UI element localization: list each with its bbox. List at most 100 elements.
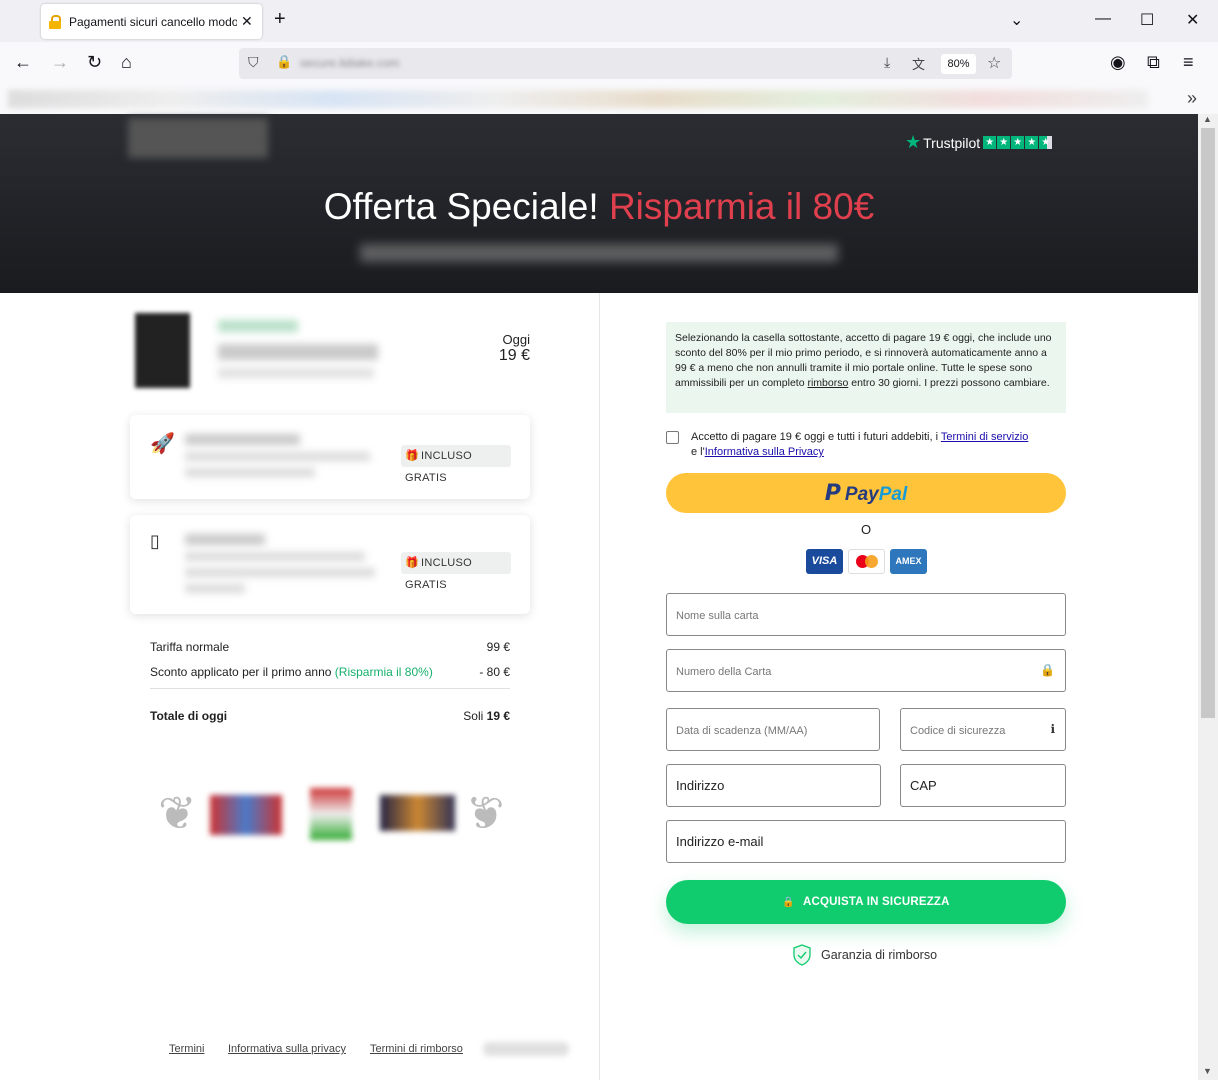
menu-icon[interactable]: ≡ (1183, 52, 1194, 73)
back-icon[interactable]: ← (14, 52, 32, 73)
bookmarks-blurred (8, 90, 1148, 108)
email-field[interactable]: Indirizzo e-mail (666, 820, 1066, 863)
summary-value: - 80 € (479, 665, 510, 679)
feature-desc-blurred (185, 584, 245, 593)
included-free-badge: 🎁 INCLUSO GRATIS (401, 445, 511, 484)
paypal-label-b: Pal (878, 484, 908, 505)
feature-desc-blurred (185, 568, 375, 577)
agree-text: Accetto di pagare 19 € oggi e tutti i fu… (691, 431, 941, 443)
agreement-text: Accetto di pagare 19 € oggi e tutti i fu… (691, 430, 1066, 460)
download-icon[interactable]: ⤓ (884, 54, 890, 71)
trustpilot-label: Trustpilot (923, 134, 981, 151)
card-number-placeholder: Numero della Carta (676, 666, 772, 678)
agree-checkbox[interactable] (666, 431, 679, 444)
info-icon[interactable]: ℹ (1050, 709, 1055, 750)
buy-button-label: ACQUISTA IN SICUREZZA (802, 896, 950, 908)
translate-icon[interactable]: 文 (912, 54, 925, 73)
url-bar[interactable]: ⛉ 🔒 secure.lidiake.com ⤓ 文 ☆ (239, 48, 1012, 79)
product-price: 19 € (498, 347, 530, 364)
gift-icon: 🎁 (405, 450, 419, 462)
agreement: Accetto di pagare 19 € oggi e tutti i fu… (666, 430, 1066, 460)
bookmark-star-icon[interactable]: ☆ (987, 53, 1001, 73)
scrollbar-thumb[interactable] (1201, 128, 1215, 718)
shield-icon[interactable]: ⛉ (248, 54, 259, 71)
laurel-left-icon: ❦ (158, 787, 197, 839)
discount-highlight: (Risparmia il 80%) (334, 665, 433, 679)
card-name-field[interactable]: Nome sulla carta (666, 593, 1066, 636)
footer-blurred-item (483, 1042, 569, 1056)
brand-logo (128, 118, 268, 158)
product-desc-blurred (218, 368, 374, 378)
extensions-icon[interactable]: ⧉ (1147, 52, 1160, 73)
browser-tab-bar: Pagamenti sicuri cancello modo ✕ + ⌄ — ☐… (0, 0, 1218, 42)
forward-icon[interactable]: → (51, 52, 69, 73)
notice-text: entro 30 giorni. I prezzi possono cambia… (848, 377, 1050, 389)
lock-icon: 🔒 (1040, 663, 1055, 677)
card-number-field[interactable]: Numero della Carta 🔒 (666, 649, 1066, 692)
address-field[interactable]: Indirizzo (666, 764, 881, 807)
zip-value: CAP (910, 778, 937, 793)
address-value: Indirizzo (676, 778, 725, 793)
total-label: Totale di oggi (150, 709, 228, 723)
feature-title-blurred (185, 434, 300, 445)
scroll-up-icon[interactable]: ▲ (1203, 114, 1212, 124)
tab-list-chevron-icon[interactable]: ⌄ (1010, 10, 1023, 30)
feature-desc-blurred (185, 468, 315, 477)
cvc-field[interactable]: Codice di sicurezza ℹ (900, 708, 1066, 751)
paypal-icon: 𝙋 (824, 480, 841, 505)
maximize-icon[interactable]: ☐ (1140, 10, 1154, 30)
feature-card: ▯ 🎁 INCLUSO GRATIS (130, 515, 530, 614)
lock-icon[interactable]: 🔒 (276, 54, 292, 70)
privacy-policy-link[interactable]: Informativa sulla Privacy (705, 446, 824, 458)
footer-refund-link[interactable]: Termini di rimborso (370, 1043, 463, 1055)
home-icon[interactable]: ⌂ (121, 52, 132, 73)
feature-title-blurred (185, 534, 265, 545)
award-seal-blurred (310, 788, 352, 840)
total-value: Soli 19 € (440, 709, 510, 723)
hero-banner: ★ Trustpilot ★ ★ ★ ★ ★ Offerta Speciale! Ris… (0, 114, 1198, 293)
buy-securely-button[interactable]: 🔒 ACQUISTA IN SICUREZZA (666, 880, 1066, 924)
tab-close-icon[interactable]: ✕ (241, 13, 253, 30)
rocket-icon: 🚀 (150, 433, 175, 455)
agree-and: e l' (691, 446, 705, 458)
url-text[interactable]: secure.lidiake.com (300, 56, 399, 70)
terms-of-service-link[interactable]: Termini di servizio (941, 431, 1028, 443)
total-amount: 19 € (486, 709, 510, 723)
product-image (135, 313, 190, 388)
zoom-level[interactable]: 80% (941, 54, 976, 74)
expiry-field[interactable]: Data di scadenza (MM/AA) (666, 708, 880, 751)
guarantee-label: Garanzia di rimborso (821, 948, 938, 962)
scroll-down-icon[interactable]: ▼ (1203, 1066, 1212, 1076)
summary-divider (150, 688, 510, 689)
paypal-button[interactable]: 𝙋 PayPal (666, 473, 1066, 513)
new-tab-icon[interactable]: + (274, 8, 286, 31)
price-period-label: Oggi (502, 332, 530, 347)
total-prefix: Soli (463, 709, 484, 723)
window-close-icon[interactable]: ✕ (1186, 10, 1199, 30)
lock-icon: 🔒 (782, 897, 795, 908)
shield-check-icon (793, 944, 811, 966)
hero-title-main: Offerta Speciale! (323, 186, 599, 227)
browser-tab[interactable]: Pagamenti sicuri cancello modo ✕ (41, 4, 262, 39)
zip-field[interactable]: CAP (900, 764, 1066, 807)
summary-value: 99 € (486, 640, 510, 654)
product-name-blurred (218, 344, 378, 360)
amex-icon: AMEX (890, 549, 927, 574)
hero-title-accent: Risparmia il 80€ (608, 186, 875, 227)
billing-notice: Selezionando la casella sottostante, acc… (666, 322, 1066, 413)
minimize-icon[interactable]: — (1095, 10, 1111, 28)
trustpilot-star-icon: ★ (905, 132, 922, 152)
column-divider (599, 293, 600, 1080)
summary-label: Tariffa normale (150, 640, 230, 654)
reload-icon[interactable]: ↻ (87, 52, 102, 73)
footer-terms-link[interactable]: Termini (169, 1043, 204, 1055)
refund-link[interactable]: rimborso (807, 377, 848, 389)
visa-icon: VISA (806, 549, 843, 574)
account-icon[interactable]: ◉ (1110, 52, 1126, 73)
included-free-badge: 🎁 INCLUSO GRATIS (401, 552, 511, 591)
award-seal-blurred (380, 795, 455, 831)
cvc-placeholder: Codice di sicurezza (910, 725, 1006, 737)
footer-privacy-link[interactable]: Informativa sulla privacy (228, 1043, 346, 1055)
trustpilot-rating: ★ Trustpilot ★ ★ ★ ★ ★ (905, 132, 1053, 153)
bookmarks-overflow-icon[interactable]: » (1187, 88, 1197, 109)
